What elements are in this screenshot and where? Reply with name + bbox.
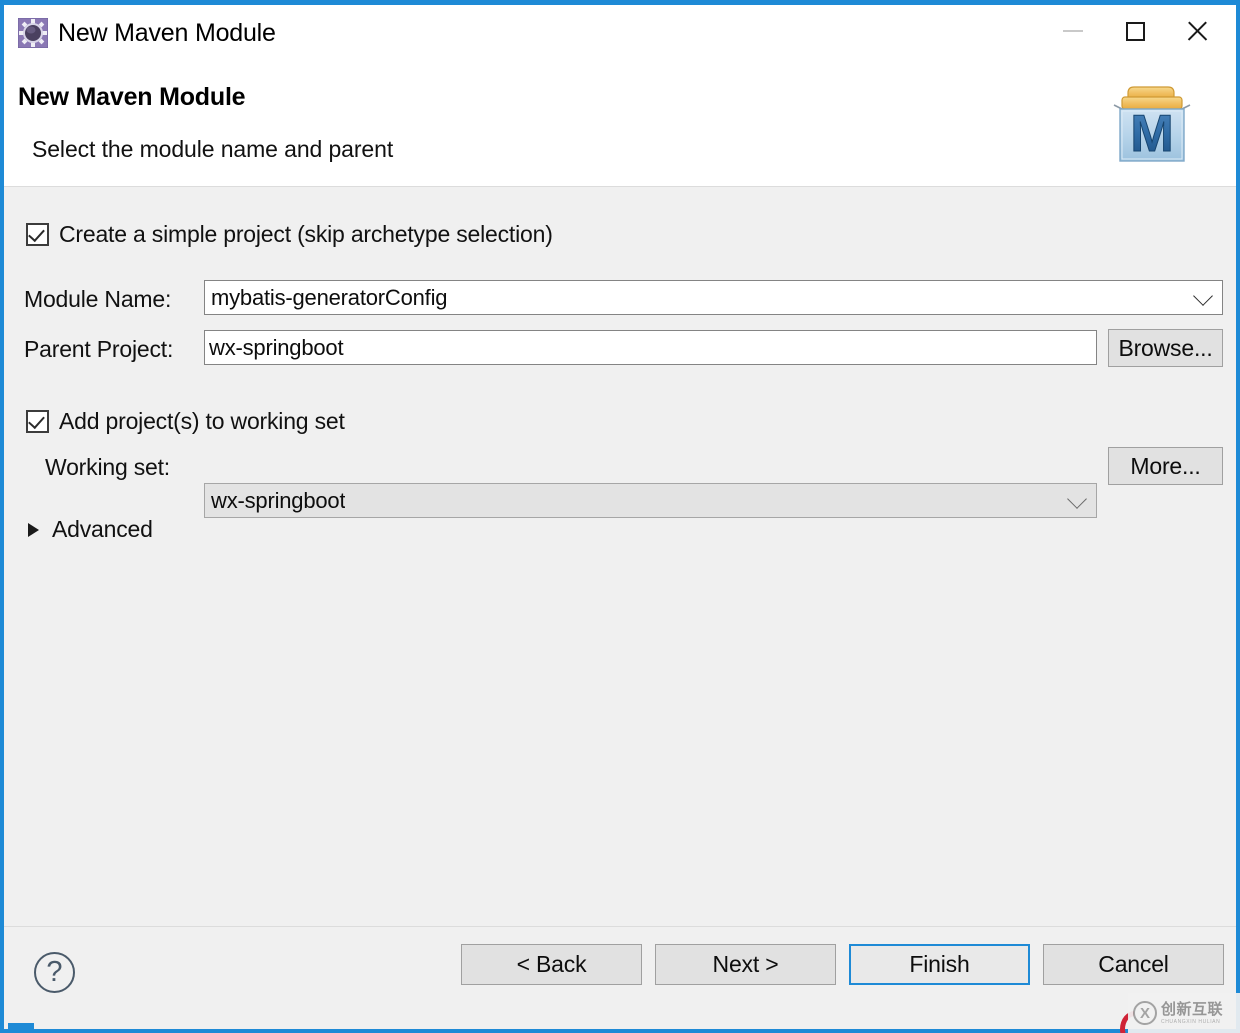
svg-text:M: M [1130, 105, 1173, 163]
add-working-set-checkbox-row[interactable]: Add project(s) to working set [26, 408, 345, 435]
title-bar: New Maven Module [4, 5, 1236, 61]
cancel-button[interactable]: Cancel [1043, 944, 1224, 985]
watermark-sub-text: CHUANGXIN HULIAN [1161, 1020, 1223, 1025]
simple-project-label: Create a simple project (skip archetype … [59, 221, 553, 248]
maximize-icon [1126, 22, 1145, 41]
simple-project-checkbox-row[interactable]: Create a simple project (skip archetype … [26, 221, 553, 248]
chevron-right-icon[interactable] [28, 523, 39, 537]
next-button[interactable]: Next > [655, 944, 836, 985]
working-set-label: Working set: [45, 454, 170, 481]
help-icon[interactable]: ? [34, 952, 75, 993]
watermark-x-icon: X [1133, 1001, 1157, 1025]
maven-folder-logo: M [1108, 71, 1208, 169]
advanced-section-toggle[interactable]: Advanced [28, 516, 153, 543]
back-button[interactable]: < Back [461, 944, 642, 985]
new-maven-module-dialog: New Maven Module New Maven Module Select… [0, 0, 1240, 1033]
close-button[interactable] [1166, 7, 1228, 55]
chevron-down-icon[interactable] [1067, 489, 1087, 509]
module-name-label: Module Name: [24, 286, 171, 313]
finish-button[interactable]: Finish [849, 944, 1030, 985]
minimize-button[interactable] [1042, 7, 1104, 55]
add-working-set-checkbox[interactable] [26, 410, 49, 433]
minimize-icon [1063, 30, 1083, 32]
working-set-combo[interactable]: wx-springboot [204, 483, 1097, 518]
watermark: X 创新互联 CHUANGXIN HULIAN [1128, 993, 1240, 1033]
module-name-combo[interactable]: mybatis-generatorConfig [204, 280, 1223, 315]
watermark-text-group: 创新互联 CHUANGXIN HULIAN [1161, 1002, 1223, 1025]
footer-button-bar: < Back Next > Finish Cancel [461, 944, 1237, 985]
simple-project-checkbox[interactable] [26, 223, 49, 246]
corner-accent [8, 1023, 34, 1029]
module-name-input[interactable]: mybatis-generatorConfig [205, 285, 447, 311]
wizard-body: Create a simple project (skip archetype … [4, 187, 1236, 927]
add-working-set-label: Add project(s) to working set [59, 408, 345, 435]
wizard-header: New Maven Module Select the module name … [4, 61, 1236, 187]
browse-button[interactable]: Browse... [1108, 329, 1223, 367]
maximize-button[interactable] [1104, 7, 1166, 55]
dialog-footer: ? < Back Next > Finish Cancel [4, 926, 1236, 1029]
watermark-main-text: 创新互联 [1161, 1002, 1223, 1017]
close-icon [1185, 19, 1209, 43]
page-subtitle: Select the module name and parent [32, 136, 393, 163]
window-title: New Maven Module [58, 19, 276, 48]
page-title: New Maven Module [18, 83, 245, 112]
parent-project-input[interactable]: wx-springboot [204, 330, 1097, 365]
working-set-value: wx-springboot [205, 488, 345, 514]
advanced-label: Advanced [52, 516, 153, 543]
more-button[interactable]: More... [1108, 447, 1223, 485]
maven-module-icon [18, 18, 48, 48]
parent-project-label: Parent Project: [24, 336, 173, 363]
chevron-down-icon[interactable] [1193, 286, 1213, 306]
window-controls [1042, 7, 1228, 55]
